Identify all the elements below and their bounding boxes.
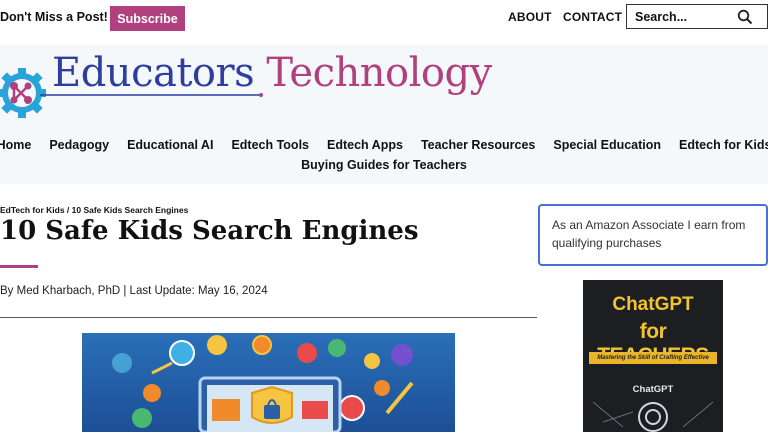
logo-technology: Technology <box>266 50 492 96</box>
nav-edtech-tools[interactable]: Edtech Tools <box>231 138 309 152</box>
search-icon[interactable] <box>737 9 753 25</box>
page-title: 10 Safe Kids Search Engines <box>0 216 419 246</box>
nav-teacher-resources[interactable]: Teacher Resources <box>421 138 535 152</box>
title-accent-rule <box>0 265 38 268</box>
breadcrumb[interactable]: EdTech for Kids / 10 Safe Kids Search En… <box>0 205 188 215</box>
article-byline: By Med Kharbach, PhD | Last Update: May … <box>0 285 268 297</box>
about-link[interactable]: ABOUT <box>508 10 552 24</box>
book-cover-art <box>592 401 714 432</box>
nav-educational-ai[interactable]: Educational AI <box>127 138 213 152</box>
contact-link[interactable]: CONTACT <box>563 10 622 24</box>
book-title-line-1: ChatGPT <box>612 294 694 315</box>
nav-special-education[interactable]: Special Education <box>553 138 661 152</box>
nav-buying-guides[interactable]: Buying Guides for Teachers <box>301 158 467 172</box>
search-input[interactable]: Search... <box>626 4 768 29</box>
dont-miss-text: Don't Miss a Post! <box>0 10 108 24</box>
book-brand-text: ChatGPT <box>632 384 674 395</box>
nav-home[interactable]: Home <box>0 138 31 152</box>
nav-edtech-apps[interactable]: Edtech Apps <box>327 138 403 152</box>
site-logo[interactable]: Educators Technology <box>52 50 492 96</box>
main-nav-row-2: Buying Guides for Teachers <box>0 155 768 175</box>
featured-image <box>82 333 455 432</box>
search-placeholder: Search... <box>635 9 688 24</box>
book-ad-chatgpt-for-teachers[interactable]: ChatGPT for TEACHERS Mastering the Skill… <box>583 280 723 432</box>
amazon-affiliate-notice: As an Amazon Associate I earn from quali… <box>538 204 768 266</box>
logo-educators: Educators <box>52 50 255 96</box>
nav-pedagogy[interactable]: Pedagogy <box>49 138 109 152</box>
content-divider <box>0 317 537 318</box>
main-nav-row-1: Home Pedagogy Educational AI Edtech Tool… <box>0 135 768 155</box>
book-subtitle: Mastering the Skill of Crafting Effectiv… <box>589 352 717 373</box>
top-bar: Don't Miss a Post! Subscribe ABOUT CONTA… <box>0 0 768 40</box>
main-navigation: Home Pedagogy Educational AI Edtech Tool… <box>0 135 768 175</box>
subscribe-button[interactable]: Subscribe <box>110 6 185 31</box>
nav-edtech-for-kids[interactable]: Edtech for Kids <box>679 138 768 152</box>
